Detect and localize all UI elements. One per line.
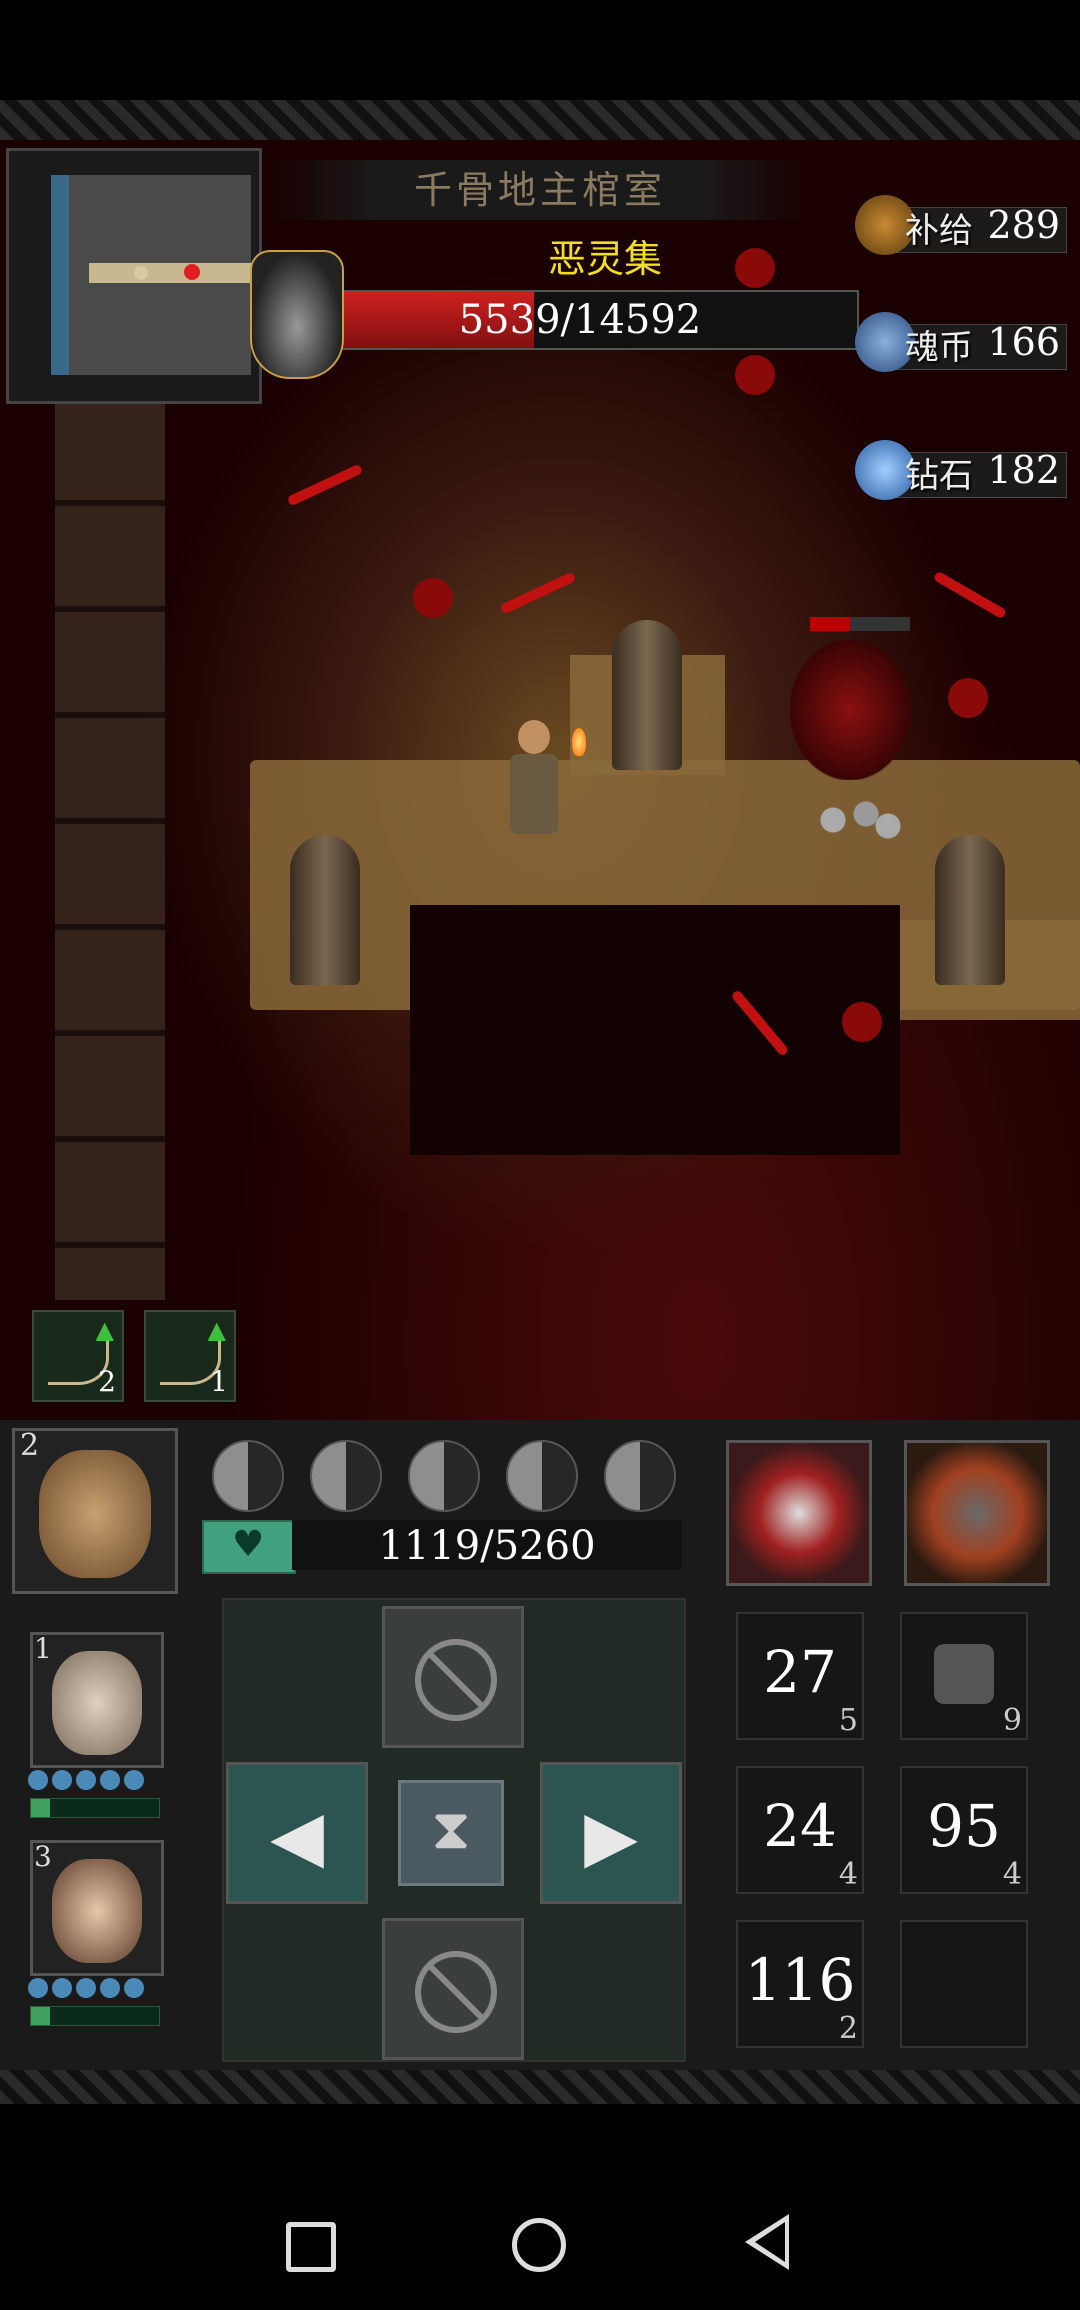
blocked-icon (415, 1951, 497, 2033)
rage-skill-button[interactable] (904, 1440, 1050, 1586)
blocked-icon (415, 1639, 497, 1721)
party-slot-number: 3 (34, 1840, 52, 1873)
blood-skull (735, 355, 775, 395)
wait-button[interactable]: ⧗ (398, 1780, 504, 1886)
yinyang-icon (506, 1440, 578, 1512)
move-right-button[interactable]: ▶ (540, 1762, 682, 1904)
arrow-right-icon: ▶ (584, 1795, 638, 1877)
item-slot-2[interactable]: 9 (900, 1612, 1028, 1740)
item-count: 4 (838, 1857, 858, 1892)
upgrade-arrow-icon: ▲ (207, 1316, 226, 1344)
diamond-label: 钻石 (905, 456, 973, 496)
boss-marker-icon (184, 264, 200, 280)
old-man-portrait-icon (52, 1650, 142, 1755)
item-count: 5 (838, 1703, 858, 1738)
item-value: 24 (763, 1792, 837, 1860)
diamond-resource: 钻石 182 (855, 440, 1067, 500)
weapon-slot-1[interactable]: ▲ 2 (32, 1310, 124, 1402)
skeleton-enemy[interactable] (790, 640, 910, 780)
yinyang-icon (604, 1440, 676, 1512)
stone-pillar (612, 620, 682, 770)
back-icon[interactable] (745, 2214, 789, 2270)
boss-skull-king-icon (250, 250, 344, 379)
supply-resource: 补给 289 (855, 195, 1067, 255)
item-count: 9 (1002, 1703, 1022, 1738)
mana-orbs (28, 1770, 156, 1794)
item-slot-4[interactable]: 95 4 (900, 1766, 1028, 1894)
soul-coin-value: 166 (987, 320, 1060, 364)
hero-face-icon (39, 1450, 151, 1579)
player-character (500, 720, 570, 840)
player-health-text: 1119/5260 (378, 1523, 596, 1569)
hourglass-icon: ⧗ (431, 1797, 471, 1862)
stone-wall (55, 400, 165, 1300)
yinyang-icon (408, 1440, 480, 1512)
status-bar-area (0, 0, 1080, 100)
active-hero-slot: 2 (20, 1428, 40, 1463)
item-slot-6[interactable] (900, 1920, 1028, 2048)
move-up-button[interactable] (382, 1606, 524, 1748)
party-member-3-bar (30, 2006, 160, 2026)
skull-pile (800, 790, 910, 850)
minimap[interactable] (6, 148, 262, 404)
stone-pillar (290, 835, 360, 985)
top-border-decoration (0, 100, 1080, 142)
soul-coin-resource: 魂币 166 (855, 312, 1067, 372)
party-slot-number: 1 (34, 1632, 52, 1665)
arrow-left-icon: ◀ (270, 1795, 324, 1877)
move-down-button[interactable] (382, 1918, 524, 2060)
boss-name: 恶灵集 (547, 237, 662, 281)
room-title: 千骨地主棺室 (270, 160, 810, 220)
item-value: 27 (763, 1638, 837, 1706)
item-slot-5[interactable]: 116 2 (736, 1920, 864, 2048)
supply-value: 289 (987, 203, 1060, 247)
weapon-count: 1 (210, 1365, 228, 1398)
yinyang-icon (212, 1440, 284, 1512)
soul-coin-label: 魂币 (905, 328, 973, 368)
item-value: 95 (927, 1792, 1001, 1860)
bottom-border-decoration (0, 2070, 1080, 2104)
stone-pillar (935, 835, 1005, 985)
young-man-portrait-icon (52, 1858, 142, 1963)
item-slot-1[interactable]: 27 5 (736, 1612, 864, 1740)
supply-label: 补给 (905, 211, 973, 251)
torch-flame-icon (572, 728, 586, 756)
party-member-1-bar (30, 1798, 160, 1818)
move-left-button[interactable]: ◀ (226, 1762, 368, 1904)
blood-skull (413, 578, 453, 618)
weapon-slot-2[interactable]: ▲ 1 (144, 1310, 236, 1402)
boss-health-text: 5539/14592 (458, 297, 702, 343)
yinyang-icon (310, 1440, 382, 1512)
enemy-health-bar (810, 617, 910, 631)
bandage-icon (934, 1644, 994, 1704)
dark-pit (410, 905, 900, 1155)
item-count: 4 (1002, 1857, 1022, 1892)
player-marker-icon (134, 266, 148, 280)
diamond-value: 182 (987, 448, 1060, 492)
blood-skull (948, 678, 988, 718)
system-nav-bar (0, 2104, 1080, 2310)
blood-skull (842, 1002, 882, 1042)
upgrade-arrow-icon: ▲ (95, 1316, 114, 1344)
item-value: 116 (744, 1946, 856, 2014)
recent-apps-icon[interactable] (286, 2222, 336, 2272)
mana-orbs (28, 1978, 156, 2002)
weapon-count: 2 (98, 1365, 116, 1398)
heart-icon: ♥ (202, 1520, 296, 1574)
item-slot-3[interactable]: 24 4 (736, 1766, 864, 1894)
home-icon[interactable] (512, 2218, 566, 2272)
item-count: 2 (838, 2011, 858, 2046)
whirlwind-skill-button[interactable] (726, 1440, 872, 1586)
